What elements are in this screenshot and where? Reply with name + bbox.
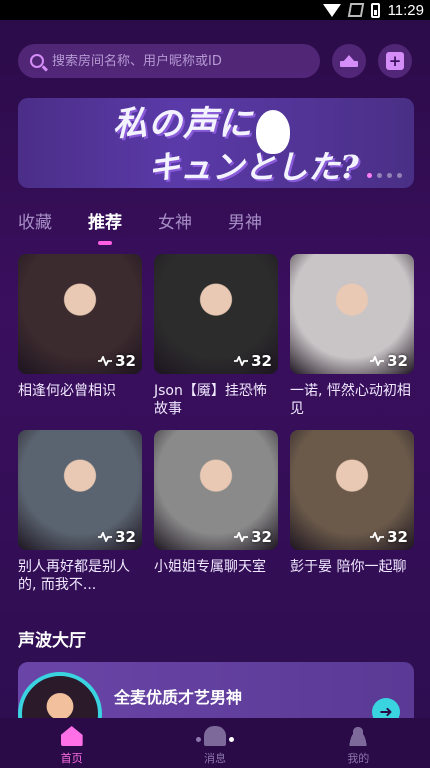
home-plus-icon: + bbox=[386, 52, 404, 70]
hall-title: 声波大厅 bbox=[18, 631, 86, 651]
tab-favorites[interactable]: 收藏 bbox=[18, 208, 52, 245]
tab-goddess[interactable]: 女神 bbox=[158, 208, 192, 245]
pager-dot bbox=[196, 737, 201, 742]
promo-banner[interactable]: 私の声に キュンとした? bbox=[18, 98, 414, 188]
room-card[interactable]: 32 Json【魇】挂恐怖故事 bbox=[154, 254, 278, 430]
pulse-icon bbox=[98, 356, 113, 366]
pager-dot bbox=[229, 737, 234, 742]
room-thumbnail: 32 bbox=[154, 430, 278, 550]
pulse-icon bbox=[98, 532, 113, 542]
room-title: 彭于晏 陪你一起聊 bbox=[290, 559, 407, 575]
listener-count-value: 32 bbox=[115, 352, 136, 370]
listener-count-value: 32 bbox=[251, 352, 272, 370]
battery-icon bbox=[370, 2, 380, 18]
status-bar: 11:29 bbox=[0, 0, 430, 20]
listener-count: 32 bbox=[370, 528, 408, 546]
banner-line2: キュンとした? bbox=[148, 148, 359, 186]
room-card[interactable]: 32 别人再好都是别人的, 而我不... bbox=[18, 430, 142, 606]
banner-pager bbox=[367, 173, 402, 178]
room-grid: 32 相逢何必曾相识 32 Json【魇】挂恐怖故事 32 一诺, 怦然心动初相见 32 别人… bbox=[18, 254, 414, 606]
listener-count-value: 32 bbox=[387, 528, 408, 546]
pulse-icon bbox=[370, 356, 385, 366]
home-icon bbox=[60, 726, 83, 746]
room-thumbnail: 32 bbox=[18, 254, 142, 374]
bottom-nav: 首页 消息 我的 bbox=[0, 718, 430, 768]
nav-messages-label: 消息 bbox=[203, 752, 226, 765]
listener-count-value: 32 bbox=[387, 352, 408, 370]
room-thumbnail: 32 bbox=[290, 254, 414, 374]
hall-card-text: 全麦优质才艺男神 bbox=[114, 688, 243, 707]
create-room-button[interactable]: + bbox=[378, 44, 412, 78]
room-card[interactable]: 32 相逢何必曾相识 bbox=[18, 254, 142, 430]
room-card[interactable]: 32 一诺, 怦然心动初相见 bbox=[290, 254, 414, 430]
user-icon bbox=[347, 726, 370, 746]
listener-count: 32 bbox=[98, 528, 136, 546]
listener-count: 32 bbox=[98, 352, 136, 370]
search-box[interactable] bbox=[18, 44, 320, 78]
no-signal-icon bbox=[347, 3, 364, 17]
page-indicator bbox=[196, 737, 234, 742]
listener-count: 32 bbox=[234, 352, 272, 370]
room-title: 一诺, 怦然心动初相见 bbox=[290, 383, 411, 417]
pulse-icon bbox=[234, 356, 249, 366]
nav-home[interactable]: 首页 bbox=[32, 726, 112, 766]
nav-messages[interactable]: 消息 bbox=[175, 726, 255, 766]
top-bar: + bbox=[18, 44, 412, 78]
pager-dot bbox=[367, 173, 372, 178]
room-thumbnail: 32 bbox=[18, 430, 142, 550]
room-thumbnail: 32 bbox=[290, 430, 414, 550]
pager-dot bbox=[387, 173, 392, 178]
nav-home-label: 首页 bbox=[60, 752, 83, 765]
pulse-icon bbox=[234, 532, 249, 542]
room-card[interactable]: 32 彭于晏 陪你一起聊 bbox=[290, 430, 414, 606]
nav-profile-label: 我的 bbox=[347, 752, 370, 765]
listener-count: 32 bbox=[370, 352, 408, 370]
search-input[interactable] bbox=[52, 53, 302, 69]
wifi-icon bbox=[322, 3, 341, 17]
listener-count: 32 bbox=[234, 528, 272, 546]
nav-profile[interactable]: 我的 bbox=[318, 726, 398, 766]
listener-count-value: 32 bbox=[115, 528, 136, 546]
crown-button[interactable] bbox=[332, 44, 366, 78]
room-title: 小姐姐专属聊天室 bbox=[154, 559, 266, 575]
listener-count-value: 32 bbox=[251, 528, 272, 546]
pager-dot bbox=[397, 173, 402, 178]
status-time: 11:29 bbox=[387, 1, 424, 19]
pulse-icon bbox=[370, 532, 385, 542]
room-title: 相逢何必曾相识 bbox=[18, 383, 116, 399]
search-icon bbox=[30, 54, 44, 68]
banner-line1: 私の声に bbox=[113, 104, 253, 144]
room-title: Json【魇】挂恐怖故事 bbox=[154, 383, 267, 417]
tab-god[interactable]: 男神 bbox=[228, 208, 262, 245]
room-title: 别人再好都是别人的, 而我不... bbox=[18, 559, 130, 593]
category-tabs: 收藏 推荐 女神 男神 bbox=[18, 208, 262, 245]
crown-icon bbox=[340, 55, 358, 67]
room-thumbnail: 32 bbox=[154, 254, 278, 374]
room-card[interactable]: 32 小姐姐专属聊天室 bbox=[154, 430, 278, 606]
tab-recommended[interactable]: 推荐 bbox=[88, 208, 122, 245]
pager-dot bbox=[377, 173, 382, 178]
bell-icon bbox=[203, 726, 226, 746]
